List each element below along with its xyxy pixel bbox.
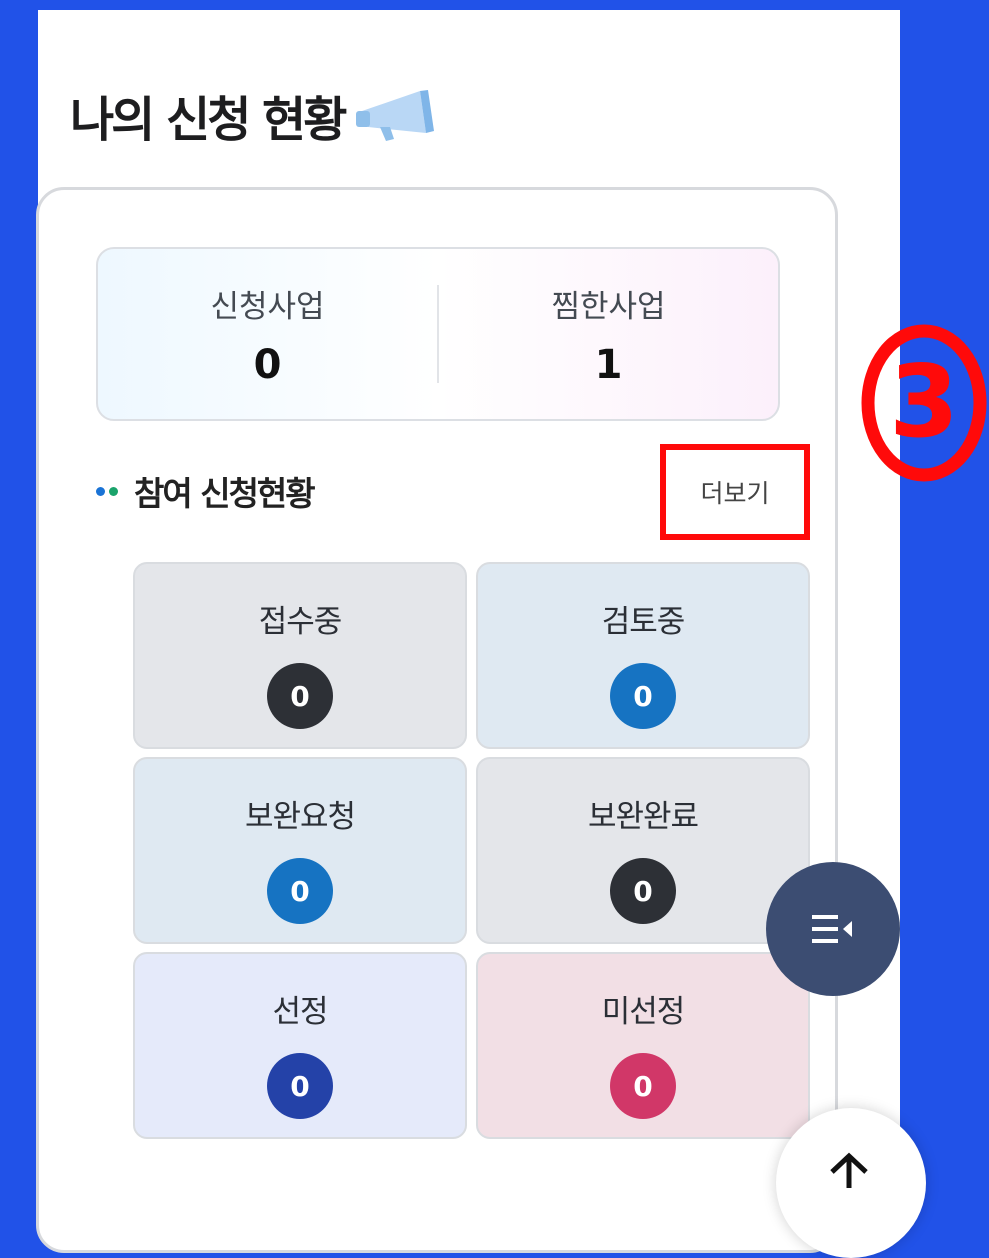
megaphone-icon [356,90,435,141]
scroll-top-button[interactable] [776,1108,926,1258]
section-dot [109,486,118,496]
step-number: 3 [889,343,959,460]
arrow-up-icon [830,1152,868,1188]
more-label: 더보기 [700,479,770,508]
status-tile[interactable]: 선정 0 [133,952,467,1139]
menu-collapse-icon [812,915,852,943]
status-tile[interactable]: 접수중 0 [133,562,467,749]
status-label: 접수중 [258,604,343,640]
status-label: 선정 [272,994,328,1030]
saved-count: 1 [594,341,623,388]
summary-box: 신청사업 0 찜한사업 1 [96,247,780,421]
status-label: 보완요청 [244,799,356,835]
menu-fab[interactable] [766,862,900,996]
applied-projects[interactable]: 신청사업 0 [98,249,437,419]
status-tile[interactable]: 검토중 0 [476,562,810,749]
status-label: 검토중 [601,604,686,640]
saved-label: 찜한사업 [551,288,666,325]
status-label: 보완완료 [587,799,699,835]
status-count-badge: 0 [610,663,676,729]
status-count-badge: 0 [610,858,676,924]
section-header: 참여 신청현황 [96,467,316,515]
more-button[interactable]: 더보기 [660,444,810,540]
section-dot [96,486,105,496]
status-count-badge: 0 [267,858,333,924]
page-title-row: 나의 신청 현황 [70,80,440,150]
status-count-badge: 0 [267,1053,333,1119]
status-label: 미선정 [601,994,686,1030]
step-marker: 3 [861,324,987,482]
applied-count: 0 [253,341,282,388]
saved-projects[interactable]: 찜한사업 1 [439,249,778,419]
page-title: 나의 신청 현황 [70,92,347,148]
applied-label: 신청사업 [210,288,325,325]
status-tile[interactable]: 미선정 0 [476,952,810,1139]
status-count-badge: 0 [610,1053,676,1119]
section-title: 참여 신청현황 [134,474,316,513]
status-tile[interactable]: 보완완료 0 [476,757,810,944]
section-dots [96,486,118,496]
status-count-badge: 0 [267,663,333,729]
status-tile[interactable]: 보완요청 0 [133,757,467,944]
